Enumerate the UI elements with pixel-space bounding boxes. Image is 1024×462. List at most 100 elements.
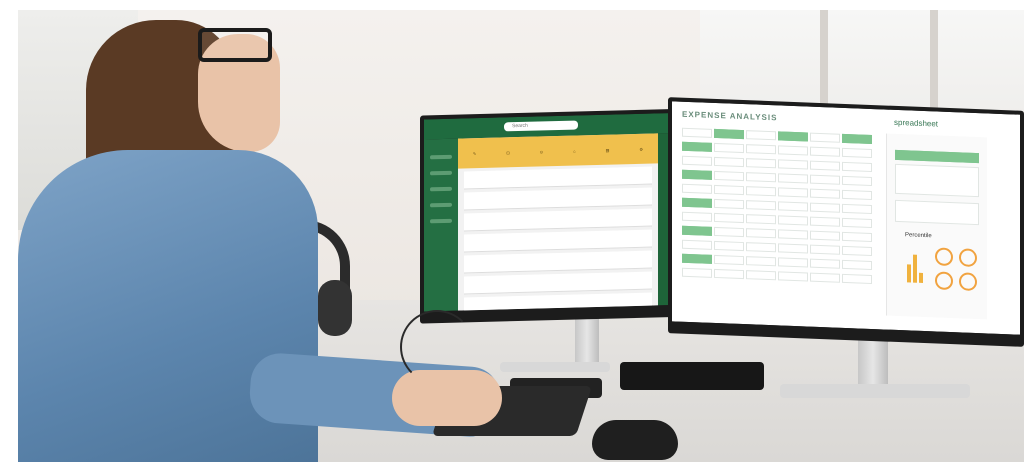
grid-cell[interactable]: [682, 211, 712, 222]
grid-cell[interactable]: [810, 216, 840, 227]
grid-cell[interactable]: [778, 159, 808, 170]
search-input[interactable]: Search: [504, 120, 578, 132]
grid-cell[interactable]: [746, 144, 776, 155]
sheet-title: EXPENSE ANALYSIS: [682, 109, 778, 123]
list-item[interactable]: [464, 229, 652, 253]
percentile-ring: [959, 248, 977, 268]
grid-cell[interactable]: [778, 243, 808, 254]
grid-cell[interactable]: [842, 217, 872, 228]
grid-cell[interactable]: [682, 169, 712, 180]
sidebar-item[interactable]: [430, 170, 452, 176]
cable: [400, 310, 474, 384]
grid-cell[interactable]: [714, 184, 744, 196]
grid-cell[interactable]: [714, 212, 744, 224]
grid-cell[interactable]: [842, 259, 872, 270]
grid-cell[interactable]: [842, 161, 872, 172]
sidebar-item[interactable]: [430, 154, 452, 160]
grid-cell[interactable]: [714, 268, 744, 280]
grid-cell[interactable]: [682, 267, 712, 278]
grid-cell[interactable]: [746, 242, 776, 253]
grid-cell[interactable]: [810, 258, 840, 269]
percentile-ring: [935, 271, 953, 291]
grid-cell[interactable]: [810, 188, 840, 199]
grid-cell[interactable]: [682, 197, 712, 208]
grid-cell[interactable]: [778, 173, 808, 184]
grid-cell[interactable]: [842, 231, 872, 242]
grid-cell[interactable]: [810, 202, 840, 213]
grid-cell[interactable]: [842, 273, 872, 284]
grid-cell[interactable]: [682, 225, 712, 236]
grid-cell[interactable]: [778, 271, 808, 282]
summary-band: [895, 149, 979, 164]
grid-cell[interactable]: [714, 240, 744, 252]
sidebar-item[interactable]: [430, 186, 452, 192]
grid-cell[interactable]: [810, 230, 840, 241]
list-item[interactable]: [464, 208, 652, 232]
list-item[interactable]: [464, 166, 652, 190]
grid-cell[interactable]: [714, 226, 744, 238]
toolbar-icon[interactable]: ▤: [606, 147, 610, 152]
grid-cell[interactable]: [778, 229, 808, 240]
grid-cell[interactable]: [842, 203, 872, 214]
grid-cell[interactable]: [778, 145, 808, 156]
grid-cell[interactable]: [842, 175, 872, 186]
list-item[interactable]: [464, 271, 652, 295]
grid-cell[interactable]: [810, 146, 840, 157]
right-monitor: EXPENSE ANALYSIS spreadsheet Percentile: [668, 97, 1024, 347]
grid-cell[interactable]: [682, 127, 712, 138]
grid-cell[interactable]: [682, 155, 712, 166]
grid-cell[interactable]: [778, 257, 808, 268]
grid-cell[interactable]: [682, 141, 712, 152]
grid-cell[interactable]: [810, 174, 840, 185]
grid-cell[interactable]: [810, 132, 840, 143]
grid-cell[interactable]: [746, 200, 776, 211]
grid-cell[interactable]: [714, 156, 744, 168]
grid-cell[interactable]: [746, 256, 776, 267]
sidebar-item[interactable]: [430, 202, 452, 208]
grid-cell[interactable]: [810, 244, 840, 255]
grid-cell[interactable]: [778, 187, 808, 198]
grid-cell[interactable]: [778, 215, 808, 226]
sidebar-item[interactable]: [430, 218, 452, 224]
left-monitor-base: [500, 362, 610, 372]
grid-cell[interactable]: [746, 214, 776, 225]
chart-bar: [919, 272, 923, 283]
summary-table: [895, 163, 979, 198]
mouse: [592, 420, 678, 460]
grid-cell[interactable]: [746, 270, 776, 281]
grid-cell[interactable]: [682, 183, 712, 194]
headphones-right-cup: [318, 280, 352, 336]
grid-cell[interactable]: [810, 272, 840, 283]
grid-cell[interactable]: [746, 158, 776, 169]
summary-table: [895, 199, 979, 226]
percentile-ring: [959, 272, 977, 292]
toolbar-icon[interactable]: ✎: [473, 151, 476, 156]
list-item[interactable]: [464, 187, 652, 211]
grid-cell[interactable]: [842, 133, 872, 144]
grid-cell[interactable]: [842, 189, 872, 200]
grid-cell[interactable]: [778, 131, 808, 142]
grid-cell[interactable]: [810, 160, 840, 171]
list-item[interactable]: [464, 250, 652, 274]
grid-cell[interactable]: [714, 142, 744, 154]
toolbar-icon[interactable]: ⌂: [573, 148, 575, 153]
toolbar-icon[interactable]: ⚙: [639, 146, 643, 151]
toolbar-icon[interactable]: ⊙: [540, 149, 543, 154]
grid-cell[interactable]: [682, 239, 712, 250]
toolbar-icon[interactable]: ⊡: [506, 150, 509, 155]
grid-cell[interactable]: [714, 170, 744, 182]
list-item[interactable]: [464, 292, 652, 312]
percentile-ring: [935, 247, 953, 267]
grid-cell[interactable]: [714, 198, 744, 210]
grid-cell[interactable]: [746, 130, 776, 141]
grid-cell[interactable]: [778, 201, 808, 212]
grid-cell[interactable]: [842, 147, 872, 158]
grid-cell[interactable]: [842, 245, 872, 256]
grid-cell[interactable]: [682, 253, 712, 264]
grid-cell[interactable]: [714, 254, 744, 266]
grid-cell[interactable]: [746, 186, 776, 197]
grid-cell[interactable]: [746, 228, 776, 239]
grid-cell[interactable]: [714, 128, 744, 140]
office-photo: Search ✎ ⊡ ⊙ ⌂ ▤ ⚙ EXPENSE ANALYSIS spre…: [0, 0, 1024, 462]
grid-cell[interactable]: [746, 172, 776, 183]
